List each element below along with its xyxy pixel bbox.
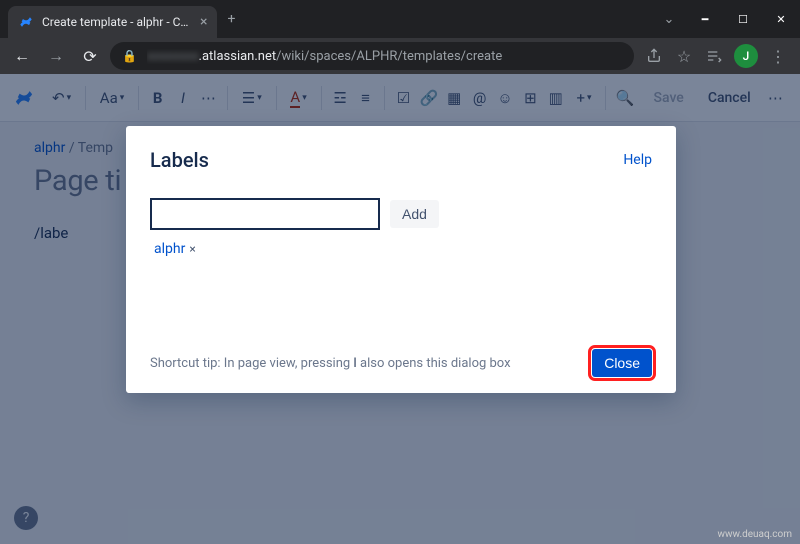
app-content-area: ↶▾ Aa▾ B I ⋯ ☰▾ A▾ ☲ ≡ ☑ 🔗 ▦ @ ☺ ⊞ ▥ +▾ … xyxy=(0,74,800,544)
window-close-icon[interactable]: ✕ xyxy=(762,5,800,33)
tab-title: Create template - alphr - Conflue xyxy=(42,15,192,29)
new-tab-button[interactable]: + xyxy=(217,11,245,27)
browser-menu-icon[interactable]: ⋮ xyxy=(764,42,792,70)
window-maximize-icon[interactable]: ☐ xyxy=(724,5,762,33)
dialog-help-link[interactable]: Help xyxy=(623,152,652,168)
window-controls: ━ ☐ ✕ xyxy=(686,0,800,38)
bookmark-icon[interactable]: ☆ xyxy=(670,42,698,70)
forward-button[interactable]: → xyxy=(42,42,70,70)
window-minimize-icon[interactable]: ━ xyxy=(686,5,724,33)
url-field[interactable]: 🔒 xxxxxxxx.atlassian.net/wiki/spaces/ALP… xyxy=(110,42,634,70)
add-label-button[interactable]: Add xyxy=(390,200,439,228)
reading-list-icon[interactable] xyxy=(700,42,728,70)
watermark: www.deuaq.com xyxy=(718,529,793,540)
label-input[interactable] xyxy=(150,198,380,230)
lock-icon: 🔒 xyxy=(122,49,137,63)
close-button[interactable]: Close xyxy=(592,349,652,377)
browser-tab[interactable]: Create template - alphr - Conflue × xyxy=(8,6,217,38)
url-text: xxxxxxxx.atlassian.net/wiki/spaces/ALPHR… xyxy=(147,49,502,64)
tab-close-icon[interactable]: × xyxy=(200,14,207,30)
back-button[interactable]: ← xyxy=(8,42,36,70)
profile-avatar[interactable]: J xyxy=(734,44,758,68)
shortcut-tip: Shortcut tip: In page view, pressing l a… xyxy=(150,356,511,371)
labels-dialog: Labels Help Add alphr × Shortcut tip: In… xyxy=(126,126,676,393)
browser-titlebar: Create template - alphr - Conflue × + ⌄ … xyxy=(0,0,800,38)
window-dropdown-icon[interactable]: ⌄ xyxy=(652,0,686,38)
remove-label-icon[interactable]: × xyxy=(189,242,195,256)
browser-address-bar: ← → ⟳ 🔒 xxxxxxxx.atlassian.net/wiki/spac… xyxy=(0,38,800,74)
label-chip[interactable]: alphr × xyxy=(150,239,200,259)
dialog-title: Labels xyxy=(150,148,209,172)
tabs-region: Create template - alphr - Conflue × + xyxy=(0,0,652,38)
label-chip-text: alphr xyxy=(154,241,185,257)
reload-button[interactable]: ⟳ xyxy=(76,42,104,70)
share-icon[interactable] xyxy=(640,42,668,70)
confluence-favicon-icon xyxy=(18,14,34,30)
